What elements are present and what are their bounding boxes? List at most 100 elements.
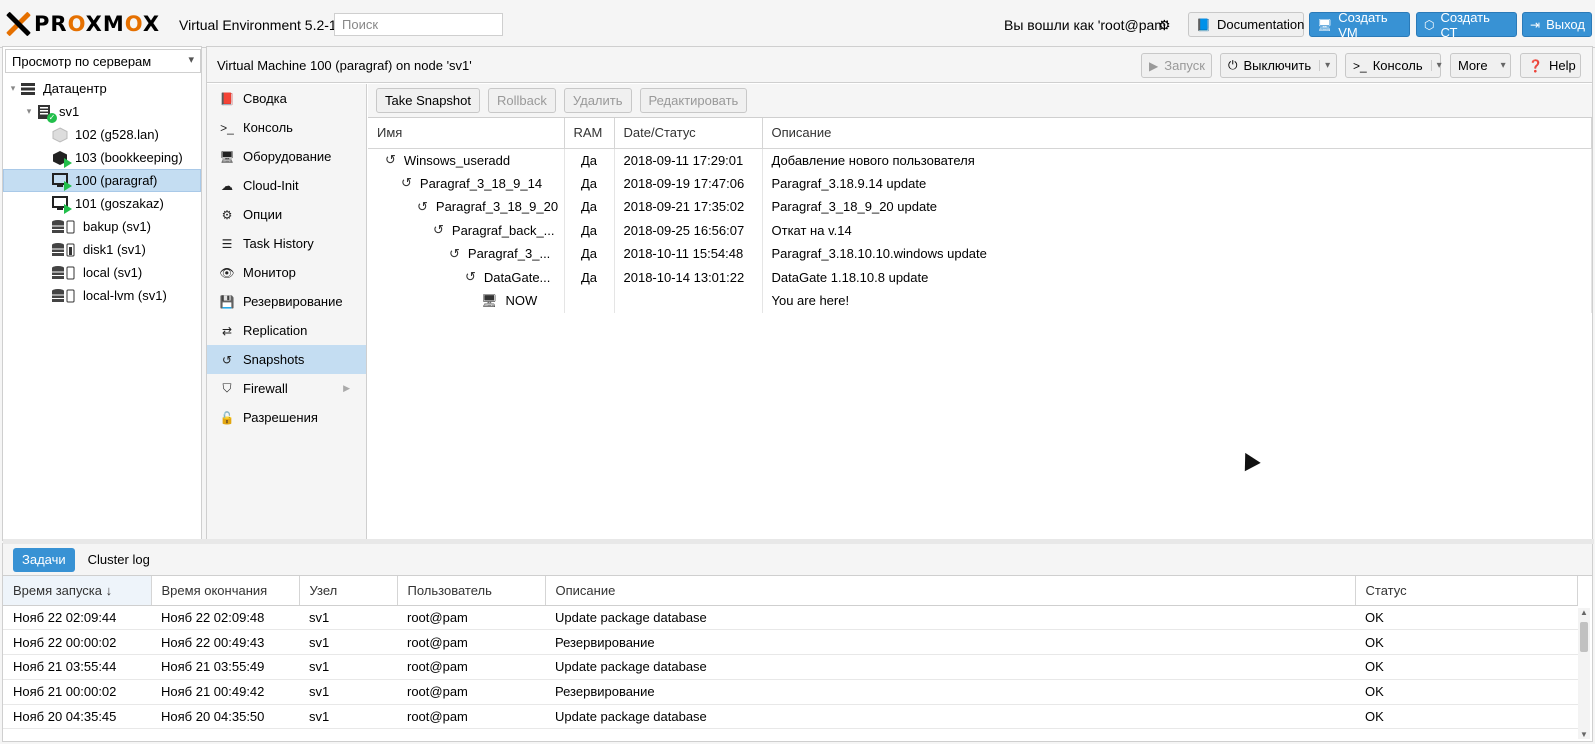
tree-node-storage-local[interactable]: local (sv1) <box>3 261 201 284</box>
proxmox-logo[interactable]: PROXMOX <box>4 10 160 38</box>
tab-tasks[interactable]: Задачи <box>13 547 75 572</box>
chevron-down-icon[interactable]: ▾ <box>1430 60 1442 71</box>
vm-title: Virtual Machine 100 (paragraf) on node '… <box>217 58 472 73</box>
task-description: Резервирование <box>545 679 1355 705</box>
logout-label: Выход <box>1546 17 1585 32</box>
nav-item-options[interactable]: ⚙ Опции <box>207 200 366 229</box>
tree-node-storage-bakup[interactable]: bakup (sv1) <box>3 215 201 238</box>
create-vm-button[interactable]: 🖥 Создать VM <box>1309 9 1410 40</box>
tab-cluster-log[interactable]: Cluster log <box>79 548 159 572</box>
chevron-down-icon[interactable]: ▾ <box>1319 60 1330 71</box>
task-row[interactable]: Нояб 22 00:00:02 Нояб 22 00:49:43 sv1 ro… <box>3 629 1578 656</box>
column-header-status[interactable]: Статус <box>1355 576 1578 606</box>
create-vm-label: Создать VM <box>1338 9 1388 40</box>
more-label: More <box>1458 58 1488 73</box>
task-node: sv1 <box>299 605 397 631</box>
column-header-date[interactable]: Date/Статус <box>614 118 763 149</box>
tree-node-sv1[interactable]: ▾ ✓ sv1 <box>3 100 201 123</box>
nav-item-firewall[interactable]: ⛉ Firewall ▶ <box>207 374 366 403</box>
task-row[interactable]: Нояб 20 04:35:45 Нояб 20 04:35:50 sv1 ro… <box>3 704 1578 730</box>
help-button[interactable]: ❓ Help <box>1520 53 1581 78</box>
tree-node-storage-disk1[interactable]: disk1 (sv1) <box>3 238 201 261</box>
task-end-time: Нояб 21 03:55:49 <box>151 654 299 680</box>
panel-splitter[interactable] <box>3 539 1594 544</box>
task-row[interactable]: Нояб 21 03:55:44 Нояб 21 03:55:49 sv1 ro… <box>3 654 1578 680</box>
history-icon: ↺ <box>417 198 428 214</box>
tasks-table: Время запуска ↓ Время окончания Узел Пол… <box>3 576 1578 730</box>
view-select[interactable]: Просмотр по серверам ▾ <box>5 49 201 73</box>
nav-item-permissions[interactable]: 🔓 Разрешения <box>207 403 366 432</box>
snapshot-ram: Да <box>564 148 615 172</box>
more-button[interactable]: More ▾ <box>1450 53 1511 78</box>
snapshot-row[interactable]: ↺ DataGate... Да 2018-10-14 13:01:22 Data… <box>368 265 1592 289</box>
task-user: root@pam <box>397 704 545 730</box>
nav-item-summary[interactable]: 📕 Сводка <box>207 84 366 113</box>
tree-node-storage-local-lvm[interactable]: local-lvm (sv1) <box>3 284 201 307</box>
history-icon: ↺ <box>465 269 476 285</box>
tree-node-vm-101[interactable]: 101 (goszakaz) <box>3 192 201 215</box>
nav-item-task-history[interactable]: ☰ Task History <box>207 229 366 258</box>
tree-node-label: sv1 <box>59 104 80 119</box>
tree-node-datacenter[interactable]: ▾ Датацентр <box>3 77 201 100</box>
vm-header: Virtual Machine 100 (paragraf) on node '… <box>207 47 1592 83</box>
task-node: sv1 <box>299 629 397 656</box>
column-header-description[interactable]: Описание <box>762 118 1592 149</box>
snapshot-ram: Да <box>564 171 615 195</box>
column-header-start-time[interactable]: Время запуска ↓ <box>3 576 152 606</box>
documentation-button[interactable]: 📘 Documentation <box>1188 12 1304 37</box>
tree-node-ct-102[interactable]: 102 (g528.lan) <box>3 123 201 146</box>
snapshot-name: DataGate... <box>483 269 551 285</box>
tasks-scrollbar[interactable]: ▲ ▼ <box>1578 608 1590 739</box>
storage-icon <box>51 288 77 304</box>
edit-button[interactable]: Редактировать <box>639 88 748 113</box>
task-row[interactable]: Нояб 21 00:00:02 Нояб 21 00:49:42 sv1 ro… <box>3 679 1578 705</box>
tree-node-vm-100[interactable]: 100 (paragraf) <box>3 169 201 192</box>
scrollbar-thumb[interactable] <box>1580 622 1588 652</box>
nav-item-snapshots[interactable]: ↺ Snapshots <box>207 345 366 374</box>
snapshot-name: Paragraf_3_18_9_14 <box>419 175 543 191</box>
snapshot-row[interactable]: ↺ Paragraf_3_18_9_20 Да 2018-09-21 17:35:… <box>368 195 1592 219</box>
delete-button[interactable]: Удалить <box>563 88 632 113</box>
nav-item-cloud-init[interactable]: ☁ Cloud-Init <box>207 171 366 200</box>
gear-icon[interactable]: ⚙ <box>1158 17 1171 34</box>
create-ct-button[interactable]: ⬡ Создать СТ <box>1416 9 1517 40</box>
console-button[interactable]: >_ Консоль ▾ <box>1345 53 1442 78</box>
scroll-up-icon[interactable]: ▲ <box>1580 608 1588 617</box>
nav-item-monitor[interactable]: 👁 Монитор <box>207 258 366 287</box>
nav-item-label: Монитор <box>243 265 296 280</box>
snapshot-row[interactable]: ↺ Paragraf_back_... Да 2018-09-25 16:56:0… <box>368 218 1592 242</box>
snapshot-date: 2018-09-25 16:56:07 <box>614 218 763 242</box>
start-button[interactable]: ▶ Запуск <box>1141 53 1212 78</box>
create-ct-label: Создать СТ <box>1440 9 1490 40</box>
column-header-user[interactable]: Пользователь <box>397 576 546 606</box>
expander-icon[interactable]: ▾ <box>7 83 19 94</box>
nav-item-hardware[interactable]: 🖥 Оборудование <box>207 142 366 171</box>
snapshot-date: 2018-10-11 15:54:48 <box>614 242 763 266</box>
search-input[interactable]: Поиск <box>334 13 503 36</box>
snapshot-row-now[interactable]: 🖥 NOW You are here! <box>368 289 1592 313</box>
task-row[interactable]: Нояб 22 02:09:44 Нояб 22 02:09:48 sv1 ro… <box>3 605 1578 631</box>
nav-item-console[interactable]: >_ Консоль <box>207 113 366 142</box>
column-header-ram[interactable]: RAM <box>564 118 615 149</box>
play-icon: ▶ <box>1149 58 1159 73</box>
column-header-node[interactable]: Узел <box>299 576 398 606</box>
column-header-end-time[interactable]: Время окончания <box>151 576 300 606</box>
shutdown-button[interactable]: ⏻ Выключить ▾ <box>1220 53 1337 78</box>
column-header-description[interactable]: Описание <box>545 576 1356 606</box>
tree-node-ct-103[interactable]: 103 (bookkeeping) <box>3 146 201 169</box>
logout-button[interactable]: ⇥ Выход <box>1522 12 1592 37</box>
eye-icon: 👁 <box>219 265 235 280</box>
take-snapshot-button[interactable]: Take Snapshot <box>376 88 481 113</box>
snapshot-row[interactable]: ↺ Paragraf_3_... Да 2018-10-11 15:54:48 P… <box>368 242 1592 266</box>
snapshot-name-cell: ↺ Paragraf_back_... <box>377 222 563 238</box>
snapshot-row[interactable]: ↺ Winsows_useradd Да 2018-09-11 17:29:01 … <box>368 148 1592 172</box>
snapshot-row[interactable]: ↺ Paragraf_3_18_9_14 Да 2018-09-19 17:47:… <box>368 171 1592 195</box>
scroll-down-icon[interactable]: ▼ <box>1580 730 1588 739</box>
task-status: OK <box>1355 704 1578 730</box>
expander-icon[interactable]: ▾ <box>23 106 35 117</box>
nav-item-backup[interactable]: 💾 Резервирование <box>207 287 366 316</box>
top-header: PROXMOX Virtual Environment 5.2-1 Поиск … <box>0 0 1595 48</box>
rollback-button[interactable]: Rollback <box>488 88 556 113</box>
column-header-name[interactable]: Имя <box>368 118 565 149</box>
nav-item-replication[interactable]: ⇄ Replication <box>207 316 366 345</box>
